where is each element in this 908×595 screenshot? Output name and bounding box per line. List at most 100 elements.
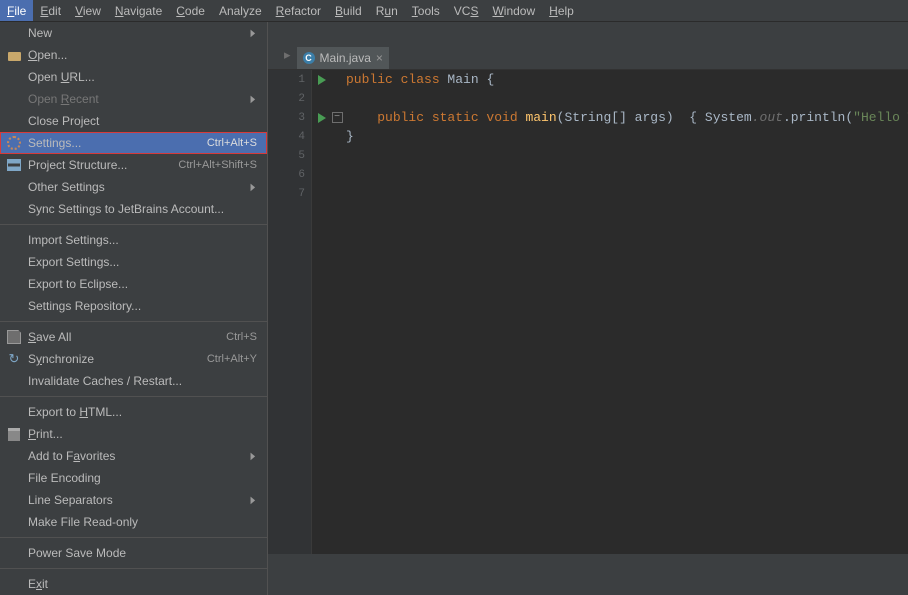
line-number: 5	[268, 146, 311, 165]
menu-separator	[0, 321, 267, 322]
menu-item-open[interactable]: Open...	[0, 44, 267, 66]
menu-item-save-all[interactable]: Save All Ctrl+S	[0, 326, 267, 348]
menu-navigate[interactable]: Navigate	[108, 0, 169, 21]
menu-item-power-save[interactable]: Power Save Mode	[0, 542, 267, 564]
menu-bar: File Edit View Navigate Code Analyze Ref…	[0, 0, 908, 22]
menu-run[interactable]: Run	[369, 0, 405, 21]
menu-item-import-settings[interactable]: Import Settings...	[0, 229, 267, 251]
line-number: 6	[268, 165, 311, 184]
menu-item-label: Import Settings...	[28, 233, 257, 247]
menu-item-label: Settings...	[28, 136, 207, 150]
structure-icon	[6, 157, 22, 173]
editor-tab-main-java[interactable]: C Main.java ×	[297, 47, 389, 69]
run-icon[interactable]	[312, 108, 332, 127]
menu-item-file-encoding[interactable]: File Encoding	[0, 467, 267, 489]
line-number-gutter: 1 2 3 4 5 6 7	[268, 70, 312, 554]
menu-item-export-html[interactable]: Export to HTML...	[0, 401, 267, 423]
menu-item-add-favorites[interactable]: Add to Favorites▶	[0, 445, 267, 467]
menu-window[interactable]: Window	[485, 0, 542, 21]
menu-item-label: Save All	[28, 330, 226, 344]
menu-item-label: Invalidate Caches / Restart...	[28, 374, 257, 388]
save-icon	[6, 329, 22, 345]
menu-item-label: Open Recent	[28, 92, 249, 106]
menu-item-synchronize[interactable]: Synchronize Ctrl+Alt+Y	[0, 348, 267, 370]
menu-analyze[interactable]: Analyze	[212, 0, 269, 21]
menu-item-settings[interactable]: Settings... Ctrl+Alt+S	[0, 132, 267, 154]
fold-gutter	[330, 70, 344, 127]
line-number: 4	[268, 127, 311, 146]
gear-icon	[6, 135, 22, 151]
submenu-arrow-icon: ▶	[251, 182, 256, 193]
sync-icon	[6, 351, 22, 367]
menu-item-label: Close Project	[28, 114, 257, 128]
java-class-icon: C	[303, 52, 315, 64]
menu-vcs[interactable]: VCS	[447, 0, 486, 21]
menu-item-read-only[interactable]: Make File Read-only	[0, 511, 267, 533]
menu-item-exit[interactable]: Exit	[0, 573, 267, 595]
menu-file[interactable]: File	[0, 0, 33, 21]
menu-item-close-project[interactable]: Close Project	[0, 110, 267, 132]
menu-build[interactable]: Build	[328, 0, 369, 21]
menu-item-open-recent[interactable]: Open Recent▶	[0, 88, 267, 110]
menu-item-label: Other Settings	[28, 180, 249, 194]
menu-item-label: New	[28, 26, 249, 40]
menu-edit[interactable]: Edit	[33, 0, 68, 21]
menu-refactor[interactable]: Refactor	[269, 0, 328, 21]
menu-separator	[0, 568, 267, 569]
folder-icon	[6, 47, 22, 63]
fold-toggle-icon[interactable]	[330, 108, 344, 127]
menu-help[interactable]: Help	[542, 0, 581, 21]
shortcut-label: Ctrl+Alt+Y	[207, 353, 257, 365]
menu-view[interactable]: View	[68, 0, 108, 21]
menu-separator	[0, 396, 267, 397]
line-number: 3	[268, 108, 311, 127]
editor-pane: ▸ C Main.java × 1 2 3 4 5 6 7 public cla…	[268, 22, 908, 554]
shortcut-label: Ctrl+Alt+Shift+S	[178, 159, 257, 171]
menu-item-label: Settings Repository...	[28, 299, 257, 313]
menu-item-project-structure[interactable]: Project Structure... Ctrl+Alt+Shift+S	[0, 154, 267, 176]
menu-item-other-settings[interactable]: Other Settings▶	[0, 176, 267, 198]
menu-item-label: Open URL...	[28, 70, 257, 84]
menu-item-label: Sync Settings to JetBrains Account...	[28, 202, 257, 216]
menu-item-label: Export to Eclipse...	[28, 277, 257, 291]
close-tab-icon[interactable]: ×	[376, 51, 383, 65]
run-gutter	[312, 70, 332, 127]
menu-item-sync-jetbrains[interactable]: Sync Settings to JetBrains Account...	[0, 198, 267, 220]
menu-item-label: Export Settings...	[28, 255, 257, 269]
menu-item-label: Make File Read-only	[28, 515, 257, 529]
menu-item-label: Print...	[28, 427, 257, 441]
shortcut-label: Ctrl+S	[226, 331, 257, 343]
shortcut-label: Ctrl+Alt+S	[207, 137, 257, 149]
print-icon	[6, 426, 22, 442]
line-number: 7	[268, 184, 311, 203]
menu-item-settings-repository[interactable]: Settings Repository...	[0, 295, 267, 317]
line-number: 1	[268, 70, 311, 89]
menu-code[interactable]: Code	[169, 0, 212, 21]
line-number: 2	[268, 89, 311, 108]
submenu-arrow-icon: ▶	[251, 451, 256, 462]
menu-item-label: File Encoding	[28, 471, 257, 485]
menu-item-invalidate-caches[interactable]: Invalidate Caches / Restart...	[0, 370, 267, 392]
menu-item-line-separators[interactable]: Line Separators▶	[0, 489, 267, 511]
file-dropdown: New▶ Open... Open URL... Open Recent▶ Cl…	[0, 22, 268, 595]
menu-item-print[interactable]: Print...	[0, 423, 267, 445]
menu-item-open-url[interactable]: Open URL...	[0, 66, 267, 88]
menu-item-label: Power Save Mode	[28, 546, 257, 560]
menu-item-label: Line Separators	[28, 493, 249, 507]
editor-tab-bar: ▸ C Main.java ×	[268, 22, 908, 70]
submenu-arrow-icon: ▶	[251, 28, 256, 39]
menu-tools[interactable]: Tools	[405, 0, 447, 21]
run-icon[interactable]	[312, 70, 332, 89]
code-area[interactable]: public class Main { public static void m…	[346, 70, 908, 554]
menu-item-label: Export to HTML...	[28, 405, 257, 419]
tab-scroll-left-icon[interactable]: ▸	[278, 47, 297, 69]
menu-item-export-eclipse[interactable]: Export to Eclipse...	[0, 273, 267, 295]
menu-item-new[interactable]: New▶	[0, 22, 267, 44]
menu-item-export-settings[interactable]: Export Settings...	[0, 251, 267, 273]
menu-item-label: Exit	[28, 577, 257, 591]
menu-item-label: Project Structure...	[28, 158, 178, 172]
submenu-arrow-icon: ▶	[251, 495, 256, 506]
menu-item-label: Open...	[28, 48, 257, 62]
menu-item-label: Add to Favorites	[28, 449, 249, 463]
menu-item-label: Synchronize	[28, 352, 207, 366]
